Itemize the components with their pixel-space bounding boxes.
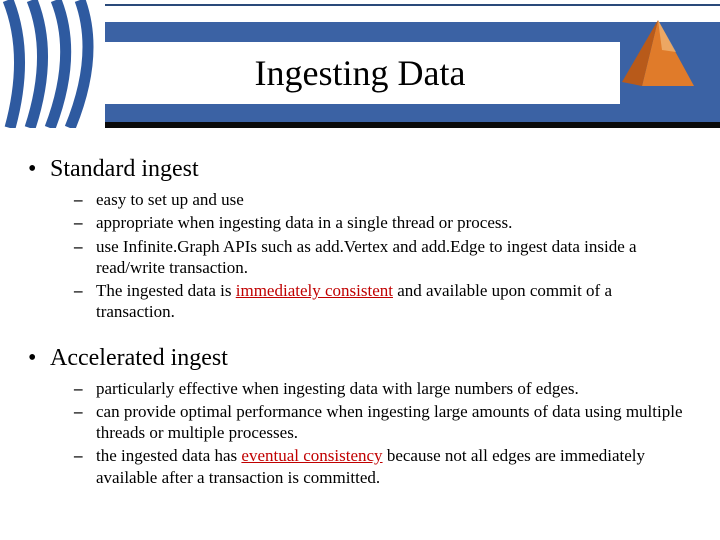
list-item-text: can provide optimal performance when ing… bbox=[96, 401, 694, 444]
pyramid-logo-icon bbox=[618, 16, 698, 94]
list-item-text: particularly effective when ingesting da… bbox=[96, 378, 694, 399]
list-item-text: appropriate when ingesting data in a sin… bbox=[96, 212, 694, 233]
bullet-standard-ingest: • Standard ingest bbox=[26, 156, 694, 183]
list-item-text: use Infinite.Graph APIs such as add.Vert… bbox=[96, 236, 694, 279]
slide-content: • Standard ingest –easy to set up and us… bbox=[0, 126, 720, 488]
list-item: –use Infinite.Graph APIs such as add.Ver… bbox=[74, 236, 694, 279]
dash-icon: – bbox=[74, 280, 96, 301]
bullet-heading: Accelerated ingest bbox=[50, 345, 228, 372]
dash-icon: – bbox=[74, 378, 96, 399]
list-item: –appropriate when ingesting data in a si… bbox=[74, 212, 694, 233]
list-item: –particularly effective when ingesting d… bbox=[74, 378, 694, 399]
slide-title: Ingesting Data bbox=[100, 42, 620, 104]
list-item: –can provide optimal performance when in… bbox=[74, 401, 694, 444]
dash-icon: – bbox=[74, 236, 96, 257]
slide-header: Ingesting Data bbox=[0, 0, 720, 126]
bullet-dot-icon: • bbox=[26, 156, 50, 183]
list-item-text: The ingested data is immediately consist… bbox=[96, 280, 694, 323]
list-item: –the ingested data has eventual consiste… bbox=[74, 445, 694, 488]
list-item: –easy to set up and use bbox=[74, 189, 694, 210]
list-item-text: easy to set up and use bbox=[96, 189, 694, 210]
dash-icon: – bbox=[74, 212, 96, 233]
bullet-heading: Standard ingest bbox=[50, 156, 199, 183]
dash-icon: – bbox=[74, 189, 96, 210]
sublist-standard: –easy to set up and use–appropriate when… bbox=[74, 189, 694, 323]
list-item-text: the ingested data has eventual consisten… bbox=[96, 445, 694, 488]
list-item: –The ingested data is immediately consis… bbox=[74, 280, 694, 323]
header-banner-shadow bbox=[0, 122, 720, 128]
dash-icon: – bbox=[74, 445, 96, 466]
header-top-line bbox=[0, 4, 720, 6]
dash-icon: – bbox=[74, 401, 96, 422]
bullet-dot-icon: • bbox=[26, 345, 50, 372]
waves-logo-icon bbox=[0, 0, 105, 128]
sublist-accelerated: –particularly effective when ingesting d… bbox=[74, 378, 694, 488]
bullet-accelerated-ingest: • Accelerated ingest bbox=[26, 345, 694, 372]
